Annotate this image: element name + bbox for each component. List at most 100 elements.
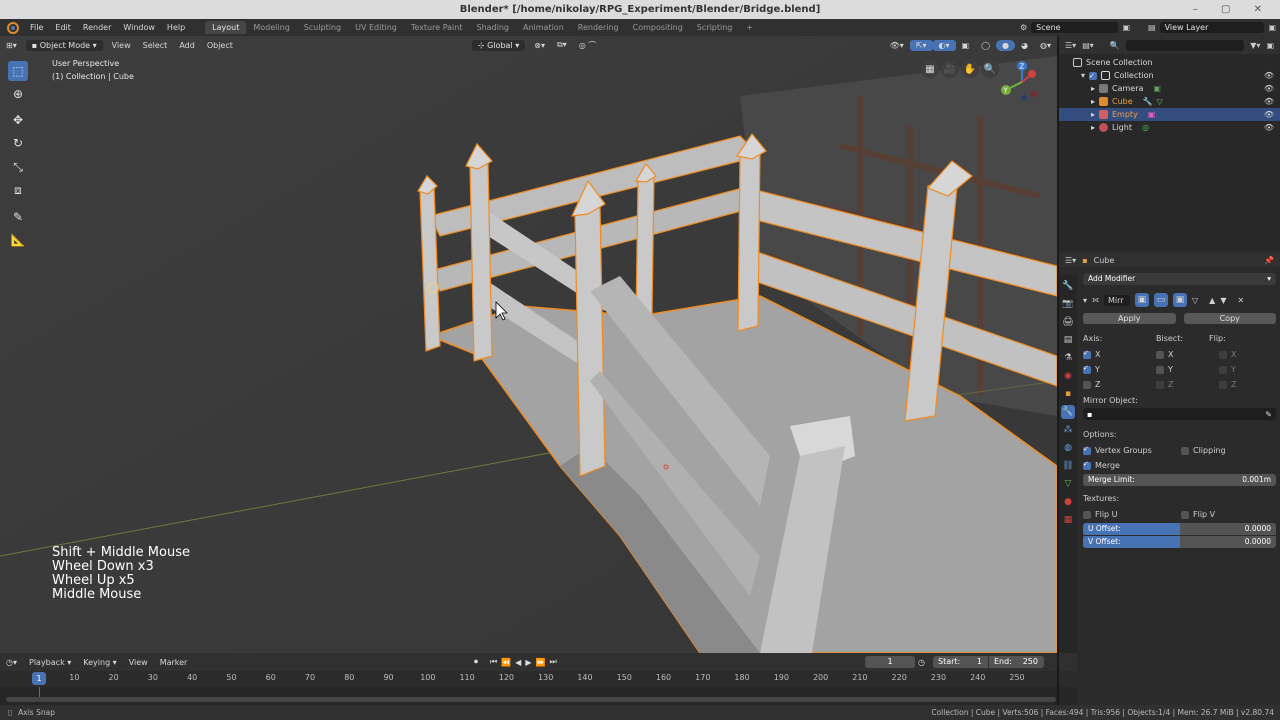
tab-layout[interactable]: Layout [205, 21, 247, 34]
expand-arrow-icon[interactable]: ▸ [1091, 108, 1099, 121]
flip-v-checkbox[interactable]: Flip V [1181, 510, 1215, 519]
tab-sculpting[interactable]: Sculpting [297, 21, 348, 34]
flip-z-checkbox[interactable]: Z [1219, 380, 1236, 389]
scene-tab-icon[interactable]: ⚗ [1061, 351, 1075, 365]
tab-rendering[interactable]: Rendering [571, 21, 626, 34]
pin-icon[interactable]: 📌 [1264, 256, 1274, 265]
viewport-menu-select[interactable]: Select [137, 40, 174, 51]
select-box-tool-icon[interactable]: ⬚ [8, 61, 28, 81]
realtime-toggle-icon[interactable]: ▭ [1154, 293, 1169, 307]
xray-toggle-icon[interactable]: ▣ [956, 40, 976, 51]
shading-solid-icon[interactable]: ● [996, 39, 1016, 51]
expand-arrow-icon[interactable]: ▸ [1091, 95, 1099, 108]
axis-z-checkbox[interactable]: Z [1083, 380, 1156, 389]
render-tab-icon[interactable]: 📷 [1061, 297, 1075, 311]
tab-modeling[interactable]: Modeling [246, 21, 296, 34]
move-up-icon[interactable]: ▲ [1209, 296, 1215, 305]
scale-tool-icon[interactable]: ⤡ [8, 157, 28, 177]
outliner-item-collection[interactable]: ▾ Collection 👁 [1059, 69, 1280, 83]
menu-help[interactable]: Help [161, 23, 191, 32]
annotate-tool-icon[interactable]: ✎ [8, 207, 28, 227]
outliner-search-input[interactable] [1125, 39, 1245, 51]
window-controls[interactable]: – ▢ ✕ [1193, 0, 1272, 19]
remove-modifier-icon[interactable]: ✕ [1237, 296, 1244, 305]
prev-keyframe-icon[interactable]: ⏪ [501, 658, 511, 667]
current-frame-field[interactable]: 1 [865, 656, 915, 668]
camera-view-icon[interactable]: ▦ [921, 60, 939, 78]
add-workspace-button[interactable]: + [739, 21, 760, 34]
proportional-edit-icon[interactable]: ◎ ⌒ [573, 39, 603, 52]
visibility-eye-icon[interactable]: 👁 [1264, 121, 1274, 134]
visibility-icon[interactable]: 👁▾ [884, 40, 910, 51]
data-tab-icon[interactable]: ▽ [1061, 477, 1075, 491]
playhead[interactable]: 1 [32, 672, 46, 685]
visibility-eye-icon[interactable]: 👁 [1264, 108, 1274, 121]
tab-shading[interactable]: Shading [469, 21, 516, 34]
bisect-x-checkbox[interactable]: X [1156, 350, 1219, 359]
eyedropper-icon[interactable]: ✎ [1265, 410, 1272, 419]
shading-rendered-icon[interactable]: ◍▾ [1034, 40, 1057, 51]
collection-exclude-checkbox[interactable] [1089, 70, 1097, 83]
particles-tab-icon[interactable]: ⁂ [1061, 423, 1075, 437]
outliner-search-icon[interactable]: 🔍 [1110, 41, 1120, 50]
axis-y-checkbox[interactable]: Y [1083, 364, 1156, 374]
flip-y-checkbox[interactable]: Y [1219, 365, 1236, 374]
object-tab-icon[interactable]: ▪ [1061, 387, 1075, 401]
overlay-toggle-icon[interactable]: ◐▾ [932, 39, 956, 51]
transform-orientation-selector[interactable]: ⊹ Global ▾ [471, 39, 526, 51]
tab-texture-paint[interactable]: Texture Paint [404, 21, 470, 34]
tab-uv-editing[interactable]: UV Editing [348, 21, 404, 34]
cage-toggle-icon[interactable]: ▽ [1192, 296, 1198, 305]
measure-tool-icon[interactable]: 📐 [8, 230, 28, 250]
jump-end-icon[interactable]: ⏭ [549, 657, 556, 667]
properties-editor-icon[interactable]: ☰▾ [1065, 256, 1076, 265]
mirror-object-field[interactable]: ▪ ✎ [1083, 408, 1276, 420]
tool-tab-icon[interactable]: 🔧 [1061, 279, 1075, 293]
constraints-tab-icon[interactable]: ⛓ [1061, 459, 1075, 473]
next-keyframe-icon[interactable]: ⏩ [535, 658, 545, 667]
tab-animation[interactable]: Animation [516, 21, 571, 34]
modifier-tab-icon[interactable]: 🔧 [1061, 405, 1075, 419]
play-icon[interactable]: ▶ [525, 658, 531, 667]
outliner-item-camera[interactable]: ▸ Camera ▣ 👁 [1059, 82, 1280, 95]
navigation-gizmo[interactable]: Z Y [994, 58, 1050, 108]
viewport-menu-add[interactable]: Add [173, 40, 201, 51]
view-layer-tab-icon[interactable]: ▤ [1061, 333, 1075, 347]
timeline-menu-playback[interactable]: Playback ▾ [23, 657, 77, 668]
merge-limit-field[interactable]: Merge Limit: 0.001m [1083, 474, 1276, 486]
flip-x-checkbox[interactable]: X [1219, 350, 1236, 359]
visibility-eye-icon[interactable]: 👁 [1264, 95, 1274, 108]
timeline-scrollbar[interactable] [6, 697, 1056, 702]
bisect-z-checkbox[interactable]: Z [1156, 380, 1219, 389]
outliner-item-light[interactable]: ▸ Light ◎ 👁 [1059, 121, 1280, 134]
menu-render[interactable]: Render [77, 23, 117, 32]
render-toggle-icon[interactable]: ▣ [1173, 293, 1188, 307]
menu-edit[interactable]: Edit [49, 23, 77, 32]
axis-x-checkbox[interactable]: X [1083, 349, 1156, 359]
timeline-menu-marker[interactable]: Marker [154, 657, 194, 668]
pan-hand-icon[interactable]: ✋ [961, 60, 979, 78]
timeline-menu-keying[interactable]: Keying ▾ [77, 657, 122, 668]
snap-icon[interactable]: ⧉▾ [551, 39, 573, 51]
outliner-scene-collection[interactable]: Scene Collection [1059, 56, 1280, 69]
move-down-icon[interactable]: ▼ [1220, 296, 1226, 305]
jump-start-icon[interactable]: ⏮ [490, 657, 497, 667]
world-tab-icon[interactable]: ◉ [1061, 369, 1075, 383]
bisect-y-checkbox[interactable]: Y [1156, 365, 1219, 374]
tab-compositing[interactable]: Compositing [626, 21, 690, 34]
material-tab-icon[interactable]: ● [1061, 495, 1075, 509]
filter-icon[interactable]: ▼▾ [1250, 41, 1260, 50]
viewport-menu-view[interactable]: View [106, 40, 137, 51]
view-layer-selector[interactable]: ▤ View Layer ▣ [1148, 20, 1276, 35]
physics-tab-icon[interactable]: ◍ [1061, 441, 1075, 455]
output-tab-icon[interactable]: 🖨 [1061, 315, 1075, 329]
pivot-point-icon[interactable]: ⊗▾ [528, 40, 551, 51]
flip-u-checkbox[interactable]: Flip U [1083, 510, 1181, 519]
shading-wireframe-icon[interactable]: ◯ [975, 40, 996, 51]
modifier-name-field[interactable]: Mirr [1104, 294, 1131, 306]
u-offset-field[interactable]: U Offset: 0.0000 [1083, 523, 1276, 535]
apply-button[interactable]: Apply [1083, 313, 1176, 324]
expand-arrow-icon[interactable]: ▾ [1081, 69, 1089, 82]
collapse-arrow-icon[interactable]: ▾ [1083, 296, 1087, 305]
edit-mode-toggle-icon[interactable]: ▣ [1135, 293, 1150, 307]
